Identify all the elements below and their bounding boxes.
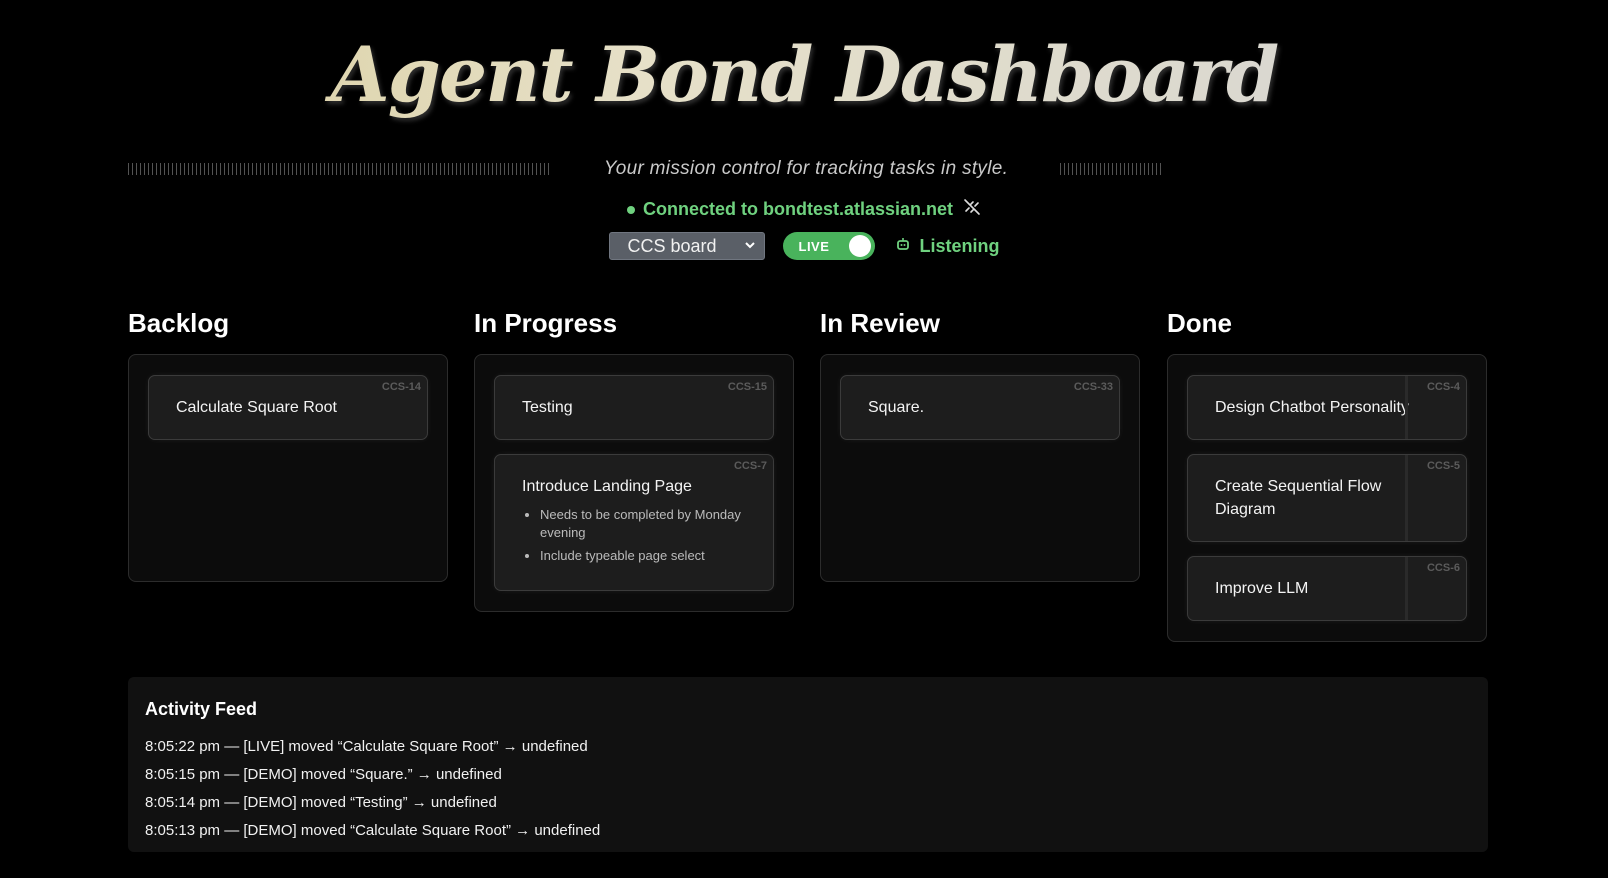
board-select-value: CCS board <box>627 235 717 256</box>
subtitle-row: Your mission control for tracking tasks … <box>128 156 1164 182</box>
controls-row: CCS board LIVE Listening <box>0 232 1608 260</box>
card-id: CCS-33 <box>1073 381 1113 393</box>
card-note: Needs to be completed by Monday evening <box>540 506 746 542</box>
column-title: Backlog <box>128 308 230 338</box>
column-dropzone[interactable]: CCS-33 Square. <box>820 354 1140 582</box>
status-dot-icon <box>626 205 635 214</box>
column-title: In Progress <box>474 308 618 338</box>
chevron-down-icon <box>744 239 756 254</box>
task-card[interactable]: CCS-6 Improve LLM <box>1187 556 1467 621</box>
card-title: Improve LLM <box>1215 580 1309 597</box>
card-id: CCS-6 <box>1426 562 1460 574</box>
activity-feed-item: 8:05:13 pm — [DEMO] moved “Calculate Squ… <box>145 822 601 839</box>
card-title: Design Chatbot Personality <box>1215 399 1409 416</box>
activity-feed-item: 8:05:22 pm — [LIVE] moved “Calculate Squ… <box>145 738 588 755</box>
card-note: Include typeable page select <box>540 547 746 565</box>
card-id: CCS-14 <box>381 381 421 393</box>
task-card[interactable]: CCS-15 Testing <box>494 375 774 440</box>
column-in-review: In Review CCS-33 Square. <box>820 308 1140 582</box>
connection-status-text: Connected to bondtest.atlassian.net <box>642 199 954 219</box>
listening-status: Listening <box>895 236 1000 257</box>
activity-feed: Activity Feed 8:05:22 pm — [LIVE] moved … <box>128 677 1488 852</box>
task-card[interactable]: CCS-14 Calculate Square Root <box>148 375 428 440</box>
column-done: Done CCS-4 Design Chatbot Personality CC… <box>1167 308 1487 642</box>
card-title: Square. <box>868 399 925 416</box>
task-card[interactable]: CCS-4 Design Chatbot Personality <box>1187 375 1467 440</box>
card-id: CCS-7 <box>733 460 767 472</box>
live-toggle[interactable]: LIVE <box>782 232 875 260</box>
column-dropzone[interactable]: CCS-14 Calculate Square Root <box>128 354 448 582</box>
dashboard-subtitle: Your mission control for tracking tasks … <box>603 158 1009 179</box>
card-id: CCS-4 <box>1426 381 1460 393</box>
card-id: CCS-5 <box>1426 460 1460 472</box>
column-dropzone[interactable]: CCS-15 Testing CCS-7 Introduce Landing P… <box>474 354 794 612</box>
listening-label: Listening <box>919 235 1000 256</box>
card-id: CCS-15 <box>727 381 767 393</box>
card-title: Calculate Square Root <box>176 399 337 416</box>
connection-status: Connected to bondtest.atlassian.net <box>0 198 1608 221</box>
unlink-icon[interactable] <box>963 198 981 221</box>
dashboard-title: Agent Bond Dashboard <box>0 30 1608 119</box>
card-notes: Needs to be completed by Monday evening … <box>522 506 746 565</box>
activity-feed-item: 8:05:15 pm — [DEMO] moved “Square.” → un… <box>145 766 502 783</box>
decorative-tick-strip-right <box>1059 163 1164 175</box>
task-card[interactable]: CCS-5 Create Sequential Flow Diagram <box>1187 454 1467 542</box>
task-card[interactable]: CCS-7 Introduce Landing Page Needs to be… <box>494 454 774 591</box>
column-dropzone[interactable]: CCS-4 Design Chatbot Personality CCS-5 C… <box>1167 354 1487 642</box>
activity-feed-title: Activity Feed <box>145 699 258 719</box>
activity-feed-item: 8:05:14 pm — [DEMO] moved “Testing” → un… <box>145 794 497 811</box>
column-title: In Review <box>820 308 940 338</box>
card-title: Create Sequential Flow Diagram <box>1215 478 1382 518</box>
live-toggle-label: LIVE <box>798 238 830 254</box>
column-backlog: Backlog CCS-14 Calculate Square Root <box>128 308 448 582</box>
board-select[interactable]: CCS board <box>608 232 765 260</box>
robot-icon <box>895 236 911 257</box>
card-title: Testing <box>522 399 573 416</box>
column-title: Done <box>1167 308 1232 338</box>
decorative-tick-strip-left <box>128 163 552 175</box>
toggle-knob <box>848 235 871 257</box>
column-in-progress: In Progress CCS-15 Testing CCS-7 Introdu… <box>474 308 794 612</box>
task-card[interactable]: CCS-33 Square. <box>840 375 1120 440</box>
card-title: Introduce Landing Page <box>522 478 692 495</box>
